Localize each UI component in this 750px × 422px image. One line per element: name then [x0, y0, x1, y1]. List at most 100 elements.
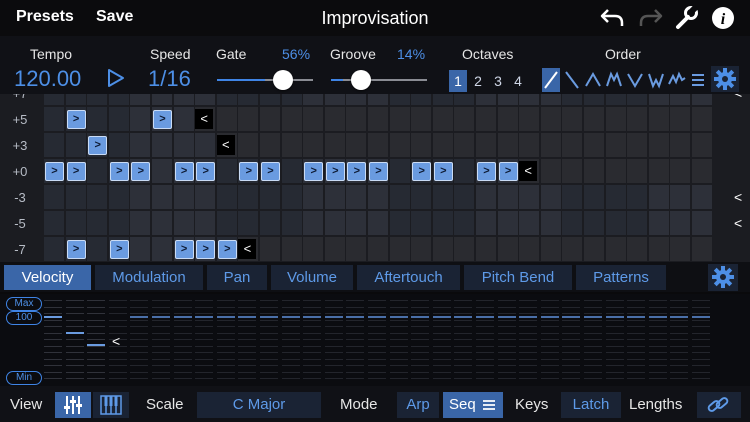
- grid-cell[interactable]: [44, 133, 65, 157]
- tempo-value[interactable]: 120.00: [14, 66, 81, 92]
- grid-cell[interactable]: [519, 237, 540, 261]
- velocity-bar[interactable]: [173, 316, 192, 318]
- grid-cell[interactable]: [476, 107, 497, 131]
- grid-cell[interactable]: [216, 94, 237, 105]
- velocity-bar[interactable]: [497, 316, 516, 318]
- grid-cell[interactable]: [670, 133, 691, 157]
- octave-3-button[interactable]: 3: [489, 70, 507, 92]
- grid-cell[interactable]: [195, 185, 216, 209]
- grid-cell[interactable]: [324, 107, 345, 131]
- grid-cell[interactable]: [260, 94, 281, 105]
- grid-cell[interactable]: [454, 159, 475, 183]
- grid-cell[interactable]: [584, 107, 605, 131]
- tab-patterns[interactable]: Patterns: [576, 265, 666, 290]
- grid-cell[interactable]: [497, 133, 518, 157]
- velocity-bar[interactable]: [195, 316, 214, 318]
- grid-cell[interactable]: [562, 107, 583, 131]
- note-step[interactable]: >: [325, 162, 345, 181]
- step-end-marker[interactable]: <: [238, 239, 257, 259]
- grid-cell[interactable]: [476, 133, 497, 157]
- note-step[interactable]: >: [369, 162, 388, 181]
- grid-cell[interactable]: [519, 94, 540, 105]
- grid-cell[interactable]: [303, 211, 324, 235]
- grid-cell[interactable]: [670, 107, 691, 131]
- grid-cell[interactable]: [324, 237, 345, 261]
- grid-cell[interactable]: [87, 94, 108, 105]
- note-step[interactable]: >: [66, 110, 86, 129]
- redo-icon[interactable]: [637, 6, 663, 30]
- row-end-arrow[interactable]: <: [734, 94, 742, 101]
- tab-pitch-bend[interactable]: Pitch Bend: [464, 265, 572, 290]
- grid-cell[interactable]: [454, 237, 475, 261]
- velocity-bar[interactable]: [411, 316, 430, 318]
- step-end-marker[interactable]: <: [195, 109, 214, 129]
- up-down-icon[interactable]: [584, 68, 602, 92]
- velocity-bar[interactable]: [368, 316, 386, 318]
- grid-cell[interactable]: [540, 107, 561, 131]
- grid-cell[interactable]: [260, 237, 281, 261]
- grid-cell[interactable]: [324, 133, 345, 157]
- grid-cell[interactable]: [152, 185, 173, 209]
- grid-cell[interactable]: [540, 159, 561, 183]
- grid-cell[interactable]: [540, 185, 561, 209]
- note-step[interactable]: >: [477, 162, 496, 181]
- grid-cell[interactable]: [281, 107, 302, 131]
- grid-cell[interactable]: [238, 185, 259, 209]
- grid-cell[interactable]: [281, 133, 302, 157]
- tab-modulation[interactable]: Modulation: [95, 265, 203, 290]
- grid-cell[interactable]: [497, 94, 518, 105]
- grid-cell[interactable]: [195, 94, 216, 105]
- grid-cell[interactable]: [216, 107, 237, 131]
- grid-cell[interactable]: [238, 133, 259, 157]
- grid-cell[interactable]: [346, 94, 367, 105]
- grid-cell[interactable]: [389, 107, 410, 131]
- grid-cell[interactable]: [368, 237, 389, 261]
- grid-cell[interactable]: [130, 94, 151, 105]
- note-step[interactable]: >: [66, 240, 86, 259]
- note-step[interactable]: >: [261, 162, 280, 181]
- grid-cell[interactable]: [346, 237, 367, 261]
- velocity-bar[interactable]: [303, 316, 322, 318]
- grid-cell[interactable]: [562, 237, 583, 261]
- grid-cell[interactable]: [108, 107, 129, 131]
- grid-cell[interactable]: [152, 237, 173, 261]
- grid-cell[interactable]: [562, 133, 583, 157]
- grid-cell[interactable]: [692, 107, 713, 131]
- grid-cell[interactable]: [389, 211, 410, 235]
- grid-cell[interactable]: [389, 185, 410, 209]
- grid-cell[interactable]: [432, 107, 453, 131]
- grid-cell[interactable]: [670, 94, 691, 105]
- grid-cell[interactable]: [562, 211, 583, 235]
- grid-cell[interactable]: [108, 185, 129, 209]
- note-step[interactable]: >: [347, 162, 367, 181]
- grid-cell[interactable]: [303, 94, 324, 105]
- velocity-bar[interactable]: [260, 316, 278, 318]
- grid-cell[interactable]: [432, 237, 453, 261]
- grid-cell[interactable]: [584, 211, 605, 235]
- grid-cell[interactable]: [562, 94, 583, 105]
- note-step[interactable]: >: [217, 240, 237, 259]
- grid-cell[interactable]: [130, 211, 151, 235]
- grid-cell[interactable]: [238, 211, 259, 235]
- tab-aftertouch[interactable]: Aftertouch: [357, 265, 460, 290]
- undo-icon[interactable]: [600, 6, 626, 30]
- latch-button[interactable]: Latch: [561, 392, 621, 418]
- grid-cell[interactable]: [411, 107, 432, 131]
- grid-cell[interactable]: [65, 94, 86, 105]
- grid-cell[interactable]: [627, 211, 648, 235]
- grid-cell[interactable]: [303, 107, 324, 131]
- grid-cell[interactable]: [648, 107, 669, 131]
- grid-cell[interactable]: [368, 94, 389, 105]
- note-step[interactable]: >: [174, 162, 194, 181]
- grid-cell[interactable]: [173, 107, 194, 131]
- play-icon[interactable]: [106, 68, 126, 88]
- grid-cell[interactable]: [648, 94, 669, 105]
- grid-cell[interactable]: [627, 107, 648, 131]
- grid-cell[interactable]: [324, 185, 345, 209]
- grid-cell[interactable]: [195, 211, 216, 235]
- grid-cell[interactable]: [411, 133, 432, 157]
- grid-cell[interactable]: [605, 211, 626, 235]
- grid-cell[interactable]: [346, 211, 367, 235]
- grid-cell[interactable]: [173, 133, 194, 157]
- grid-cell[interactable]: [65, 211, 86, 235]
